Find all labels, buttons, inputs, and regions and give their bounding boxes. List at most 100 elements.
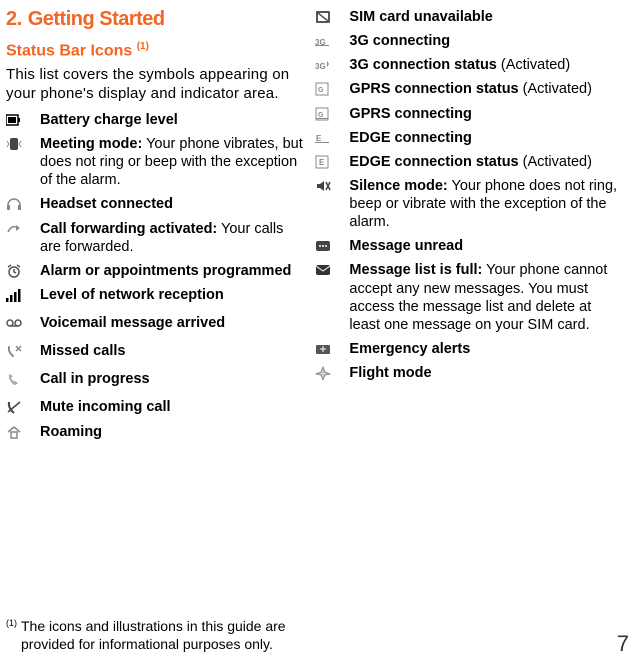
gprsconn-icon: G [315,105,349,121]
headset-icon [6,195,40,211]
page: 2. Getting Started Status Bar Icons (1) T… [0,0,639,663]
forward-icon [6,220,40,236]
flight-icon [315,364,349,380]
mute-icon [6,398,40,414]
item-text: GPRS connection status (Activated) [349,80,625,98]
item-text: Level of network reception [40,286,303,304]
list-item: 3G3G connection status (Activated) [315,56,625,74]
item-bold: Call in progress [40,371,150,387]
item-text: Silence mode: Your phone does not ring, … [349,177,625,231]
item-bold: Alarm or appointments programmed [40,263,291,279]
list-item: Message unread [315,237,625,255]
list-item: Emergency alerts [315,340,625,358]
item-text: Roaming [40,423,303,441]
svg-text:E: E [319,158,325,167]
section-title-text: Getting Started [28,8,165,30]
silence-icon [315,177,349,193]
item-bold: 3G connection status [349,57,496,73]
item-bold: Voicemail message arrived [40,315,225,331]
3gact-icon: 3G [315,56,349,72]
subsection-ref: (1) [137,41,149,52]
right-icon-list: SIM card unavailable3G3G connecting3G3G … [315,8,625,382]
item-bold: Meeting mode: [40,136,142,152]
emergency-icon [315,340,349,356]
battery-icon [6,111,40,127]
3gconn-icon: 3G [315,32,349,48]
item-text: Flight mode [349,364,625,382]
msg-icon [315,237,349,253]
item-rest: (Activated) [497,57,570,73]
item-text: Message list is full: Your phone cannot … [349,261,625,334]
item-text: 3G connection status (Activated) [349,56,625,74]
item-bold: Silence mode: [349,178,447,194]
item-text: 3G connecting [349,32,625,50]
section-title: 2. Getting Started [6,8,303,31]
item-bold: Headset connected [40,196,173,212]
item-text: Call in progress [40,370,303,388]
page-number: 7 [617,631,629,657]
list-item: SIM card unavailable [315,8,625,26]
item-text: Meeting mode: Your phone vibrates, but d… [40,135,303,189]
item-text: Voicemail message arrived [40,314,303,332]
list-item: Silence mode: Your phone does not ring, … [315,177,625,231]
list-item: Meeting mode: Your phone vibrates, but d… [6,135,303,189]
left-column: 2. Getting Started Status Bar Icons (1) T… [6,8,303,663]
item-rest: (Activated) [519,81,592,97]
item-text: Alarm or appointments programmed [40,262,303,280]
footnote: (1) The icons and illustrations in this … [6,618,306,653]
call-icon [6,370,40,386]
subsection-title-text: Status Bar Icons [6,42,132,59]
edgeact-icon: E [315,153,349,169]
svg-text:E: E [316,134,322,143]
item-bold: GPRS connecting [349,106,471,122]
list-item: Alarm or appointments programmed [6,262,303,280]
msgfull-icon [315,261,349,277]
item-text: Emergency alerts [349,340,625,358]
item-bold: Emergency alerts [349,341,470,357]
item-bold: Roaming [40,424,102,440]
subsection-title: Status Bar Icons (1) [6,41,303,60]
svg-text:G: G [318,112,324,119]
list-item: Level of network reception [6,286,303,304]
item-text: Headset connected [40,195,303,213]
roaming-icon [6,423,40,439]
item-bold: EDGE connecting [349,130,471,146]
list-item: 3G3G connecting [315,32,625,50]
item-bold: GPRS connection status [349,81,518,97]
item-bold: SIM card unavailable [349,9,492,25]
item-text: SIM card unavailable [349,8,625,26]
item-bold: Mute incoming call [40,399,171,415]
list-item: G GPRS connecting [315,105,625,123]
item-text: EDGE connecting [349,129,625,147]
signal-icon [6,286,40,302]
list-item: Roaming [6,423,303,441]
item-bold: EDGE connection status [349,154,518,170]
list-item: Call forwarding activated: Your calls ar… [6,220,303,256]
edgeconn-icon: E [315,129,349,145]
list-item: E EDGE connection status (Activated) [315,153,625,171]
list-item: G GPRS connection status (Activated) [315,80,625,98]
list-item: Mute incoming call [6,398,303,416]
item-bold: Battery charge level [40,112,178,128]
section-number: 2. [6,8,22,30]
item-bold: Message unread [349,238,463,254]
item-bold: Call forwarding activated: [40,221,217,237]
item-text: Battery charge level [40,111,303,129]
list-item: Call in progress [6,370,303,388]
list-item: Flight mode [315,364,625,382]
gprsact-icon: G [315,80,349,96]
list-item: Voicemail message arrived [6,314,303,332]
vibrate-icon [6,135,40,151]
item-text: Mute incoming call [40,398,303,416]
list-item: Message list is full: Your phone cannot … [315,261,625,334]
right-column: SIM card unavailable3G3G connecting3G3G … [315,8,625,663]
voicemail-icon [6,314,40,330]
svg-text:G: G [318,87,324,94]
footnote-text: The icons and illustrations in this guid… [21,618,306,653]
list-item: E EDGE connecting [315,129,625,147]
item-text: EDGE connection status (Activated) [349,153,625,171]
item-text: Call forwarding activated: Your calls ar… [40,220,303,256]
item-text: Message unread [349,237,625,255]
footnote-ref: (1) [6,618,17,628]
alarm-icon [6,262,40,278]
